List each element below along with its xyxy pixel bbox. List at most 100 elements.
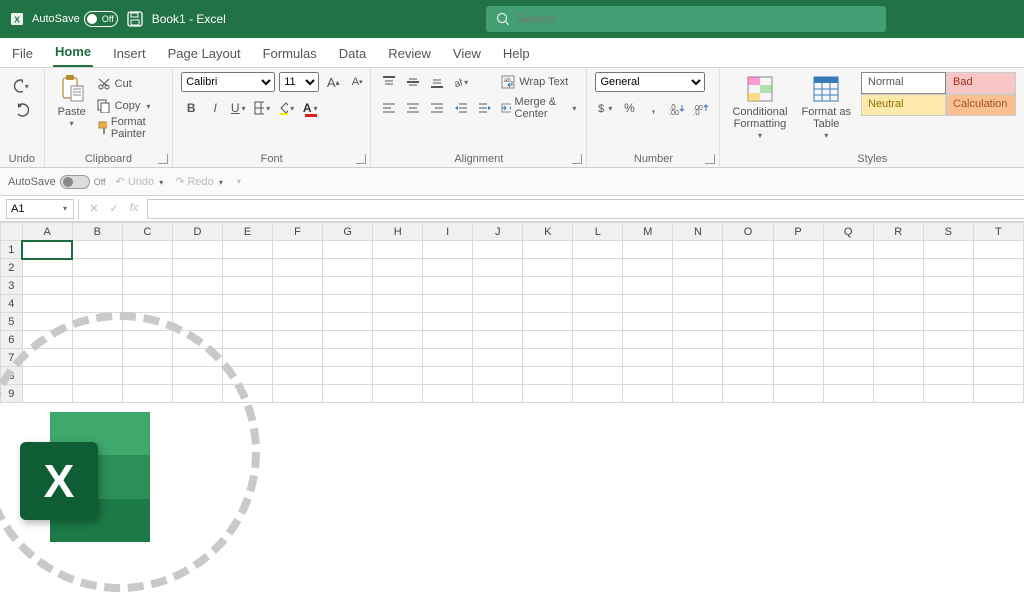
- cell-K8[interactable]: [523, 367, 573, 385]
- cell-L9[interactable]: [573, 385, 623, 403]
- cell-P5[interactable]: [773, 313, 823, 331]
- cell-C5[interactable]: [122, 313, 172, 331]
- cell-O1[interactable]: [723, 241, 773, 259]
- font-size-select[interactable]: 11: [279, 72, 319, 92]
- cell-M8[interactable]: [623, 367, 673, 385]
- cell-Q8[interactable]: [823, 367, 873, 385]
- column-header-I[interactable]: I: [423, 223, 473, 241]
- cell-T1[interactable]: [973, 241, 1023, 259]
- cell-B9[interactable]: [72, 385, 122, 403]
- tab-view[interactable]: View: [451, 40, 483, 67]
- style-neutral[interactable]: Neutral: [861, 94, 946, 116]
- row-header-3[interactable]: 3: [1, 277, 23, 295]
- name-box[interactable]: A1▾: [6, 199, 74, 219]
- select-all-corner[interactable]: [1, 223, 23, 241]
- tab-help[interactable]: Help: [501, 40, 532, 67]
- cell-C9[interactable]: [122, 385, 172, 403]
- cell-I2[interactable]: [423, 259, 473, 277]
- cell-C1[interactable]: [122, 241, 172, 259]
- cell-B1[interactable]: [72, 241, 122, 259]
- copy-button[interactable]: Copy▾: [97, 96, 165, 116]
- cell-P4[interactable]: [773, 295, 823, 313]
- font-dialog-launcher[interactable]: [356, 154, 366, 164]
- cell-S8[interactable]: [923, 367, 973, 385]
- cell-H4[interactable]: [373, 295, 423, 313]
- search-input[interactable]: [517, 12, 876, 26]
- cell-A6[interactable]: [22, 331, 72, 349]
- cell-R6[interactable]: [873, 331, 923, 349]
- cell-J6[interactable]: [473, 331, 523, 349]
- cell-M5[interactable]: [623, 313, 673, 331]
- cell-S7[interactable]: [923, 349, 973, 367]
- align-left-button[interactable]: [379, 98, 399, 118]
- cell-L2[interactable]: [573, 259, 623, 277]
- cell-C4[interactable]: [122, 295, 172, 313]
- autosave-toggle-secondary[interactable]: AutoSave Off: [8, 175, 106, 189]
- cell-K5[interactable]: [523, 313, 573, 331]
- cell-J1[interactable]: [473, 241, 523, 259]
- bold-button[interactable]: B: [181, 98, 201, 118]
- cell-I9[interactable]: [423, 385, 473, 403]
- redo-qat-button[interactable]: ↷ Redo ▾: [175, 175, 225, 188]
- cell-S3[interactable]: [923, 277, 973, 295]
- cell-R3[interactable]: [873, 277, 923, 295]
- cell-A2[interactable]: [22, 259, 72, 277]
- redo-button[interactable]: [12, 100, 32, 120]
- tab-formulas[interactable]: Formulas: [261, 40, 319, 67]
- cell-O9[interactable]: [723, 385, 773, 403]
- cell-Q1[interactable]: [823, 241, 873, 259]
- cell-C7[interactable]: [122, 349, 172, 367]
- cell-I8[interactable]: [423, 367, 473, 385]
- cell-N4[interactable]: [673, 295, 723, 313]
- cell-J3[interactable]: [473, 277, 523, 295]
- autosave-toggle[interactable]: AutoSave Off: [32, 11, 118, 27]
- cell-P2[interactable]: [773, 259, 823, 277]
- cell-D8[interactable]: [172, 367, 222, 385]
- cell-J5[interactable]: [473, 313, 523, 331]
- cell-H7[interactable]: [373, 349, 423, 367]
- font-color-button[interactable]: A▾: [301, 98, 321, 118]
- cell-M4[interactable]: [623, 295, 673, 313]
- cell-L7[interactable]: [573, 349, 623, 367]
- cell-S1[interactable]: [923, 241, 973, 259]
- cell-G3[interactable]: [323, 277, 373, 295]
- cell-A3[interactable]: [22, 277, 72, 295]
- cell-D3[interactable]: [172, 277, 222, 295]
- underline-button[interactable]: U▾: [229, 98, 249, 118]
- cell-I3[interactable]: [423, 277, 473, 295]
- row-header-6[interactable]: 6: [1, 331, 23, 349]
- cell-P8[interactable]: [773, 367, 823, 385]
- cell-L3[interactable]: [573, 277, 623, 295]
- column-header-A[interactable]: A: [22, 223, 72, 241]
- italic-button[interactable]: I: [205, 98, 225, 118]
- cell-O8[interactable]: [723, 367, 773, 385]
- cell-K3[interactable]: [523, 277, 573, 295]
- cell-K7[interactable]: [523, 349, 573, 367]
- tab-insert[interactable]: Insert: [111, 40, 148, 67]
- cell-Q4[interactable]: [823, 295, 873, 313]
- style-calculation[interactable]: Calculation: [946, 94, 1016, 116]
- cell-J7[interactable]: [473, 349, 523, 367]
- row-header-8[interactable]: 8: [1, 367, 23, 385]
- cell-O4[interactable]: [723, 295, 773, 313]
- column-header-N[interactable]: N: [673, 223, 723, 241]
- cell-L8[interactable]: [573, 367, 623, 385]
- cell-D2[interactable]: [172, 259, 222, 277]
- column-header-O[interactable]: O: [723, 223, 773, 241]
- cell-N7[interactable]: [673, 349, 723, 367]
- cell-J8[interactable]: [473, 367, 523, 385]
- cell-M6[interactable]: [623, 331, 673, 349]
- cell-R7[interactable]: [873, 349, 923, 367]
- cell-S5[interactable]: [923, 313, 973, 331]
- cell-I7[interactable]: [423, 349, 473, 367]
- paste-button[interactable]: Paste▾: [53, 72, 91, 131]
- cell-H1[interactable]: [373, 241, 423, 259]
- cell-H3[interactable]: [373, 277, 423, 295]
- cell-S2[interactable]: [923, 259, 973, 277]
- column-header-R[interactable]: R: [873, 223, 923, 241]
- cell-T6[interactable]: [973, 331, 1023, 349]
- cell-styles-gallery[interactable]: Normal Bad Neutral Calculation: [861, 72, 1016, 116]
- customize-qat-button[interactable]: ▾: [235, 177, 243, 186]
- tab-review[interactable]: Review: [386, 40, 433, 67]
- column-header-P[interactable]: P: [773, 223, 823, 241]
